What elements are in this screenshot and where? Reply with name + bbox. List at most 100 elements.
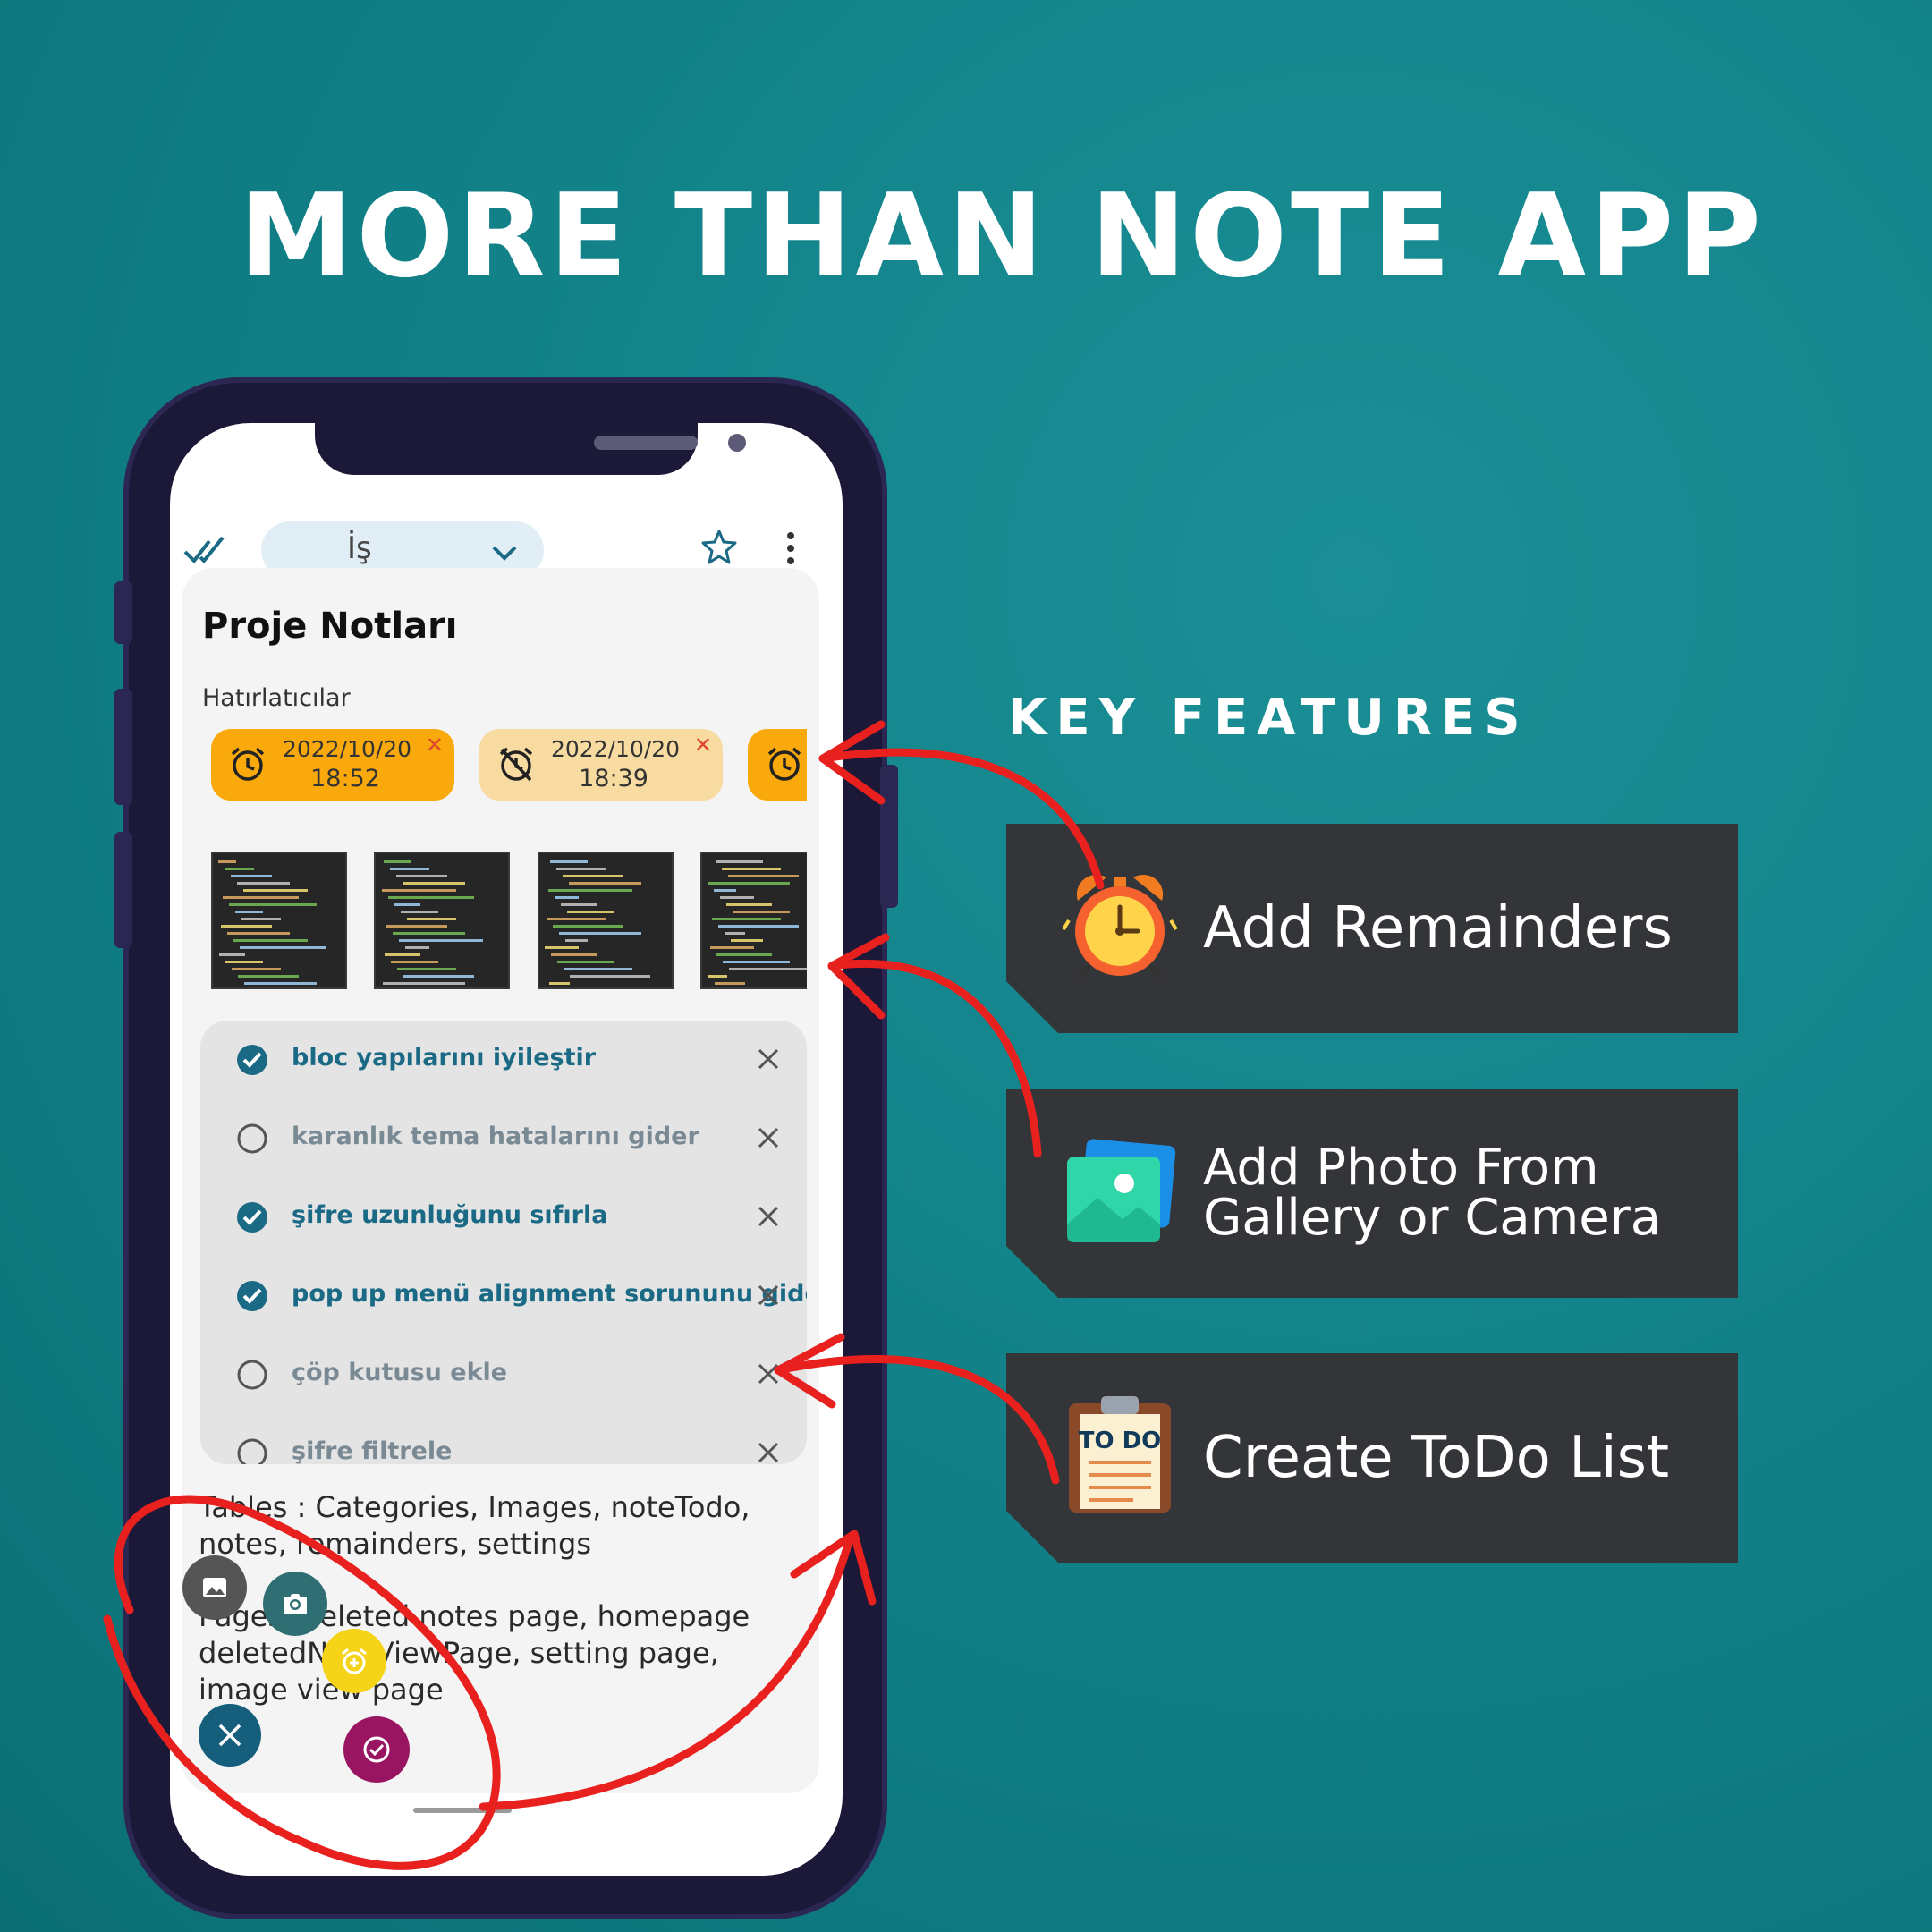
todo-list: bloc yapılarını iyileştir karanlık tema … xyxy=(200,1021,807,1464)
code-line xyxy=(386,925,447,928)
reminder-chip[interactable] xyxy=(748,729,807,801)
reminders-list: 2022/10/20 18:52 ✕ 2022/10/20 18:39 ✕ xyxy=(211,729,807,802)
feature-label: Add Remainders xyxy=(1203,895,1673,962)
todo-item[interactable]: bloc yapılarını iyileştir xyxy=(200,1021,807,1099)
todo-text[interactable]: şifre filtrele xyxy=(292,1437,452,1464)
key-features-title: KEY FEATURES xyxy=(1008,689,1530,747)
code-line xyxy=(708,975,727,978)
code-line xyxy=(569,882,641,885)
reminders-label: Hatırlatıcılar xyxy=(202,684,351,712)
more-options-icon[interactable] xyxy=(785,530,796,566)
code-line xyxy=(219,953,245,956)
code-line xyxy=(714,889,736,892)
remove-reminder-icon[interactable]: ✕ xyxy=(426,733,444,758)
code-line xyxy=(549,982,570,985)
checked-circle-icon[interactable] xyxy=(236,1280,268,1312)
code-line xyxy=(243,889,308,892)
checked-circle-icon[interactable] xyxy=(236,1201,268,1233)
favorite-star-icon[interactable] xyxy=(701,529,737,564)
delete-todo-icon[interactable] xyxy=(755,1439,782,1464)
code-line xyxy=(384,860,411,863)
code-line xyxy=(557,961,614,963)
code-line xyxy=(710,946,754,949)
code-line xyxy=(388,896,474,899)
code-line xyxy=(547,918,606,920)
image-thumbnail[interactable] xyxy=(211,852,347,989)
note-body-paragraph[interactable]: Tables : Categories, Images, noteTodo, n… xyxy=(199,1489,816,1563)
image-thumbnail[interactable] xyxy=(700,852,807,989)
code-line xyxy=(396,875,447,877)
code-line xyxy=(553,925,623,928)
todo-text[interactable]: pop up menü alignment sorununu gider xyxy=(292,1280,807,1308)
feature-card-photo: Add Photo From Gallery or Camera xyxy=(1006,1089,1738,1298)
code-line xyxy=(570,975,650,978)
todo-item[interactable]: pop up menü alignment sorununu gider xyxy=(200,1257,807,1335)
code-line xyxy=(565,939,588,942)
code-line xyxy=(563,875,623,877)
todo-item[interactable]: şifre filtrele xyxy=(200,1414,807,1464)
save-check-icon[interactable] xyxy=(182,530,225,566)
add-reminder-fab[interactable] xyxy=(322,1629,386,1693)
phone-speaker xyxy=(594,436,698,450)
headline: MORE THAN NOTE APP xyxy=(239,170,1765,303)
code-line xyxy=(728,875,799,877)
delete-todo-icon[interactable] xyxy=(755,1282,782,1309)
feature-card-reminders: Add Remainders xyxy=(1006,824,1738,1033)
delete-todo-icon[interactable] xyxy=(755,1124,782,1151)
remove-reminder-icon[interactable]: ✕ xyxy=(694,733,712,758)
alarm-clock-icon xyxy=(1062,867,1178,983)
checked-circle-icon[interactable] xyxy=(236,1044,268,1076)
todo-item[interactable]: çöp kutusu ekle xyxy=(200,1335,807,1414)
code-line xyxy=(716,953,772,956)
todo-item[interactable]: karanlık tema hatalarını gider xyxy=(200,1099,807,1178)
app-screen: İş Proje Notları Hatırlatıcılar 2022/10/… xyxy=(170,423,843,1876)
delete-todo-icon[interactable] xyxy=(755,1203,782,1230)
delete-todo-icon[interactable] xyxy=(755,1046,782,1072)
todo-text[interactable]: şifre uzunluğunu sıfırla xyxy=(292,1201,607,1229)
reminder-time: 18:52 xyxy=(310,765,380,792)
image-thumbnail[interactable] xyxy=(374,852,510,989)
code-line xyxy=(242,918,281,920)
image-thumbnail[interactable] xyxy=(538,852,674,989)
unchecked-circle-icon[interactable] xyxy=(236,1437,268,1464)
todo-text[interactable]: karanlık tema hatalarını gider xyxy=(292,1123,699,1150)
camera-fab[interactable] xyxy=(263,1572,327,1636)
add-todo-fab[interactable] xyxy=(343,1716,410,1783)
code-line xyxy=(225,961,263,963)
code-line xyxy=(551,953,597,956)
code-line xyxy=(548,889,632,892)
svg-text:TO DO: TO DO xyxy=(1079,1428,1162,1454)
code-line xyxy=(394,903,420,906)
unchecked-circle-icon[interactable] xyxy=(236,1123,268,1155)
phone-notch xyxy=(315,423,746,475)
alarm-add-icon xyxy=(342,1648,367,1674)
code-line xyxy=(399,939,483,942)
code-line xyxy=(724,932,745,935)
feature-label: Create ToDo List xyxy=(1203,1425,1670,1491)
code-line xyxy=(237,882,290,885)
alarm-icon xyxy=(767,747,801,781)
reminder-chip[interactable]: 2022/10/20 18:39 ✕ xyxy=(479,729,723,801)
code-line xyxy=(567,911,614,913)
code-line xyxy=(712,918,781,920)
delete-todo-icon[interactable] xyxy=(755,1360,782,1387)
feature-label: Add Photo From Gallery or Camera xyxy=(1203,1139,1662,1247)
code-line xyxy=(555,896,579,899)
todo-text[interactable]: çöp kutusu ekle xyxy=(292,1359,507,1386)
image-icon xyxy=(203,1578,226,1597)
close-fab[interactable] xyxy=(199,1704,261,1767)
home-indicator xyxy=(413,1808,512,1813)
code-line xyxy=(718,925,799,928)
chevron-down-icon xyxy=(492,546,517,561)
todo-clipboard-icon: TO DO xyxy=(1062,1396,1178,1513)
note-title[interactable]: Proje Notları xyxy=(202,606,458,647)
add-image-fab[interactable] xyxy=(182,1555,247,1620)
reminder-chip[interactable]: 2022/10/20 18:52 ✕ xyxy=(211,729,454,801)
todo-item[interactable]: şifre uzunluğunu sıfırla xyxy=(200,1178,807,1257)
todo-text[interactable]: bloc yapılarını iyileştir xyxy=(292,1044,596,1072)
unchecked-circle-icon[interactable] xyxy=(236,1359,268,1391)
code-line xyxy=(556,868,606,870)
alarm-icon xyxy=(231,747,265,781)
code-line xyxy=(405,946,429,949)
reminder-date: 2022/10/20 xyxy=(551,736,681,762)
